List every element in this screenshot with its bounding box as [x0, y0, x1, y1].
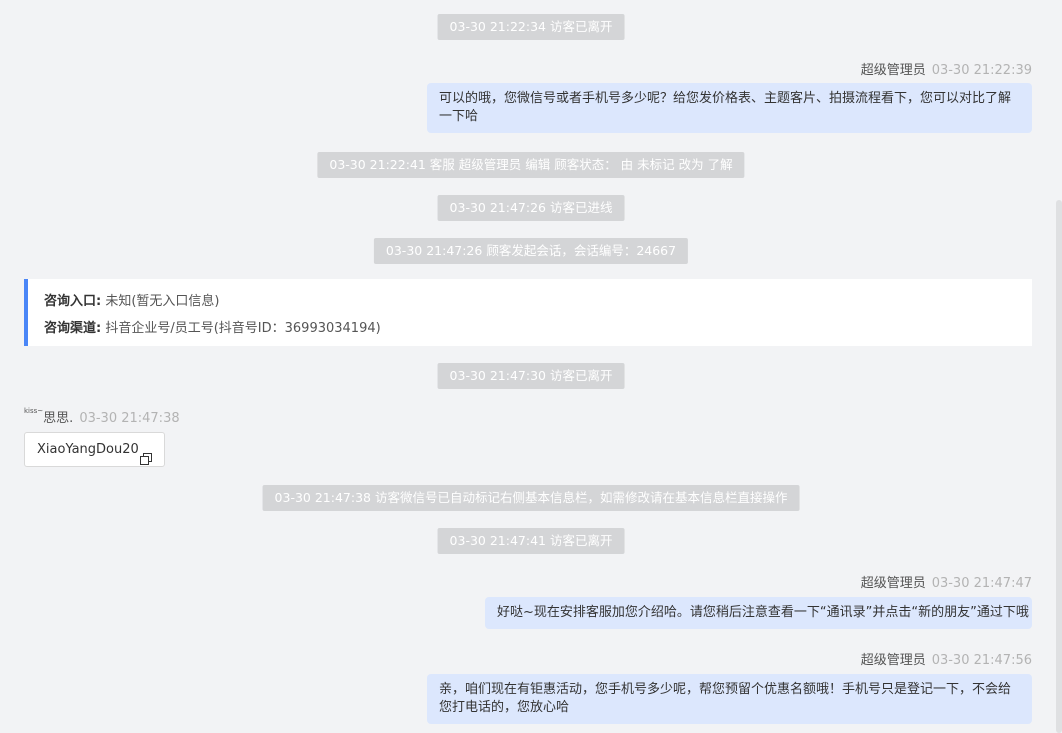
sender-name: 思思.: [43, 411, 74, 426]
wechat-id: XiaoYangDou20: [37, 442, 139, 457]
system-message: 03-30 21:22:41 客服 超级管理员 编辑 顾客状态： 由 未标记 改…: [317, 152, 745, 178]
agent-message-bubble: 可以的哦，您微信号或者手机号多少呢？给您发价格表、主题客片、拍摄流程看下，您可以…: [427, 83, 1032, 133]
system-message: 03-30 21:47:41 访客已离开: [437, 528, 625, 554]
system-message: 03-30 21:47:30 访客已离开: [437, 363, 625, 389]
message-meta: 超级管理员 03-30 21:47:56: [861, 649, 1032, 668]
sender-name: 超级管理员: [860, 63, 926, 78]
consult-info-card: 咨询入口: 未知(暂无入口信息) 咨询渠道: 抖音企业号/员工号(抖音号ID：3…: [24, 279, 1032, 346]
consult-entry-label: 咨询入口:: [44, 294, 102, 309]
consult-channel-row: 咨询渠道: 抖音企业号/员工号(抖音号ID：36993034194): [44, 315, 1016, 342]
sender-prefix: kiss~: [24, 407, 44, 415]
message-line: 您打电话的，您放心哈: [439, 700, 570, 715]
system-message: 03-30 21:47:26 顾客发起会话，会话编号：24667: [373, 238, 689, 264]
sender-name: 超级管理员: [860, 653, 926, 668]
consult-entry-row: 咨询入口: 未知(暂无入口信息): [44, 288, 1016, 315]
message-line: 好哒~现在安排客服加您介绍哈。请您稍后注意查看一下“通讯录”并点击“新的朋友”通…: [497, 605, 1029, 620]
message-meta: 超级管理员 03-30 21:47:47: [861, 572, 1032, 591]
sender-name: 超级管理员: [860, 576, 926, 591]
consult-channel-value: 抖音企业号/员工号(抖音号ID：36993034194): [105, 321, 381, 336]
scrollbar[interactable]: [1056, 200, 1062, 733]
message-meta: 超级管理员 03-30 21:22:39: [861, 59, 1032, 78]
system-message: 03-30 21:47:38 访客微信号已自动标记右侧基本信息栏，如需修改请在基…: [262, 485, 800, 511]
consult-entry-value: 未知(暂无入口信息): [105, 294, 220, 309]
message-time: 03-30 21:47:47: [931, 576, 1032, 591]
message-line: 一下哈: [439, 109, 479, 124]
wechat-id-box[interactable]: XiaoYangDou20: [24, 432, 165, 467]
message-line: 亲，咱们现在有钜惠活动，您手机号多少呢，帮您预留个优惠名额哦！手机号只是登记一下…: [439, 682, 1012, 697]
system-message: 03-30 21:47:26 访客已进线: [437, 195, 625, 221]
message-time: 03-30 21:47:38: [79, 411, 180, 426]
message-time: 03-30 21:22:39: [931, 63, 1032, 78]
message-time: 03-30 21:47:56: [931, 653, 1032, 668]
message-line: 可以的哦，您微信号或者手机号多少呢？给您发价格表、主题客片、拍摄流程看下，您可以…: [439, 91, 1012, 106]
agent-message-bubble: 亲，咱们现在有钜惠活动，您手机号多少呢，帮您预留个优惠名额哦！手机号只是登记一下…: [427, 674, 1032, 724]
consult-channel-label: 咨询渠道:: [44, 321, 102, 336]
system-message: 03-30 21:22:34 访客已离开: [437, 14, 625, 40]
copy-icon[interactable]: [139, 444, 152, 465]
visitor-message-meta: kiss~思思. 03-30 21:47:38: [24, 407, 180, 426]
agent-message-bubble: 好哒~现在安排客服加您介绍哈。请您稍后注意查看一下“通讯录”并点击“新的朋友”通…: [485, 597, 1032, 629]
